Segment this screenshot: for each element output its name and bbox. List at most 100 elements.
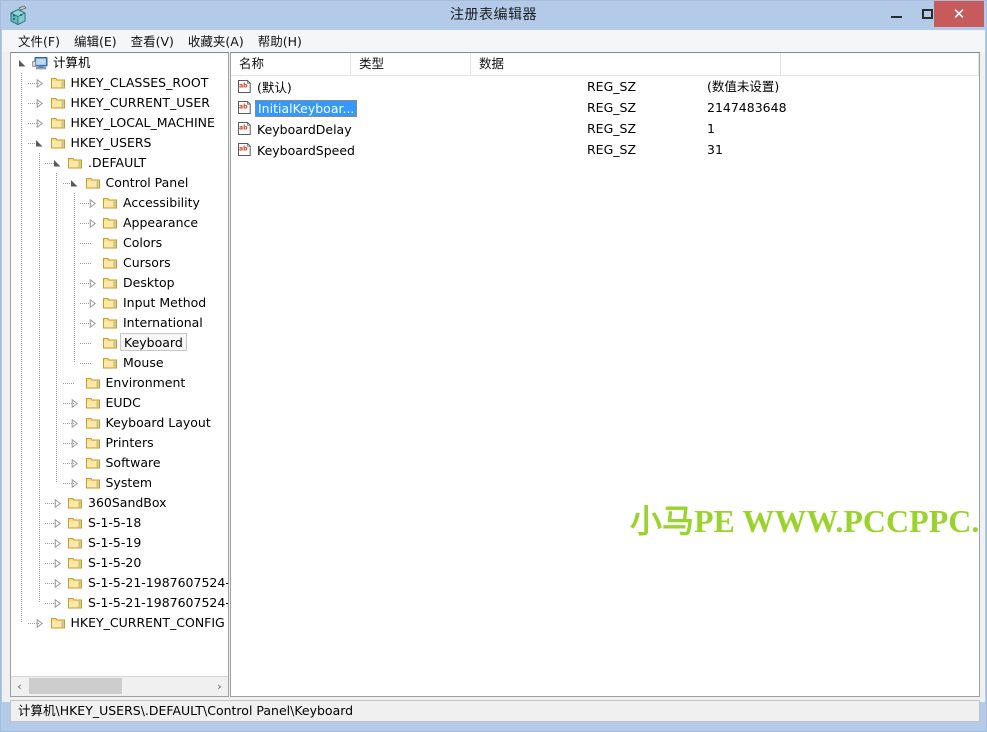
title-bar[interactable]: 注册表编辑器 ✕ — [1, 1, 986, 30]
menu-item-5[interactable]: 帮助(H) — [251, 29, 309, 53]
column-header-2[interactable]: 类型 — [351, 53, 471, 75]
tree-node-control-panel[interactable]: Control Panel — [11, 173, 228, 193]
tree-node-s-1-5-21-1987607524[interactable]: S-1-5-21-1987607524- — [11, 593, 228, 613]
folder-icon — [102, 335, 118, 351]
tree-node-hkey-local-machine[interactable]: HKEY_LOCAL_MACHINE — [11, 113, 228, 133]
tree-expand-arrow-icon[interactable] — [84, 193, 100, 213]
column-header-1[interactable]: 名称 — [231, 53, 351, 75]
tree-guide-line — [56, 453, 57, 473]
menu-item-2[interactable]: 编辑(E) — [67, 29, 124, 53]
tree-node-label: HKEY_USERS — [70, 135, 152, 150]
tree-expand-arrow-icon[interactable] — [32, 73, 48, 93]
tree-node-360sandbox[interactable]: 360SandBox — [11, 493, 228, 513]
tree-node-s-1-5-18[interactable]: S-1-5-18 — [11, 513, 228, 533]
value-row[interactable]: ab InitialKeyboar... REG_SZ 2147483648 — [231, 97, 979, 118]
tree-node-mouse[interactable]: Mouse — [11, 353, 228, 373]
tree-expand-arrow-icon[interactable] — [67, 413, 83, 433]
tree-guide-line — [73, 313, 75, 333]
tree-node-eudc[interactable]: EUDC — [11, 393, 228, 413]
menu-item-1[interactable]: 文件(F) — [11, 29, 67, 53]
tree-node-s-1-5-19[interactable]: S-1-5-19 — [11, 533, 228, 553]
tree-guide-line — [21, 253, 22, 273]
menu-item-3[interactable]: 查看(V) — [124, 29, 181, 53]
tree-collapse-arrow-icon[interactable] — [67, 173, 83, 193]
folder-icon — [102, 295, 118, 311]
tree-node-s-1-5-20[interactable]: S-1-5-20 — [11, 553, 228, 573]
tree-node-environment[interactable]: Environment — [11, 373, 228, 393]
tree-guide-line — [80, 363, 92, 364]
value-row[interactable]: ab (默认) REG_SZ (数值未设置) — [231, 76, 979, 97]
tree-expand-arrow-icon[interactable] — [49, 513, 65, 533]
column-header-3[interactable]: 数据 — [471, 53, 781, 75]
tree-guide-line — [38, 533, 40, 553]
tree-expand-arrow-icon[interactable] — [49, 553, 65, 573]
tree-node-hkey-users[interactable]: HKEY_USERS — [11, 133, 228, 153]
tree-node-cursors[interactable]: Cursors — [11, 253, 228, 273]
tree-node-international[interactable]: International — [11, 313, 228, 333]
tree-expand-arrow-icon[interactable] — [49, 593, 65, 613]
tree-node-appearance[interactable]: Appearance — [11, 213, 228, 233]
tree-node-input-method[interactable]: Input Method — [11, 293, 228, 313]
tree-expand-arrow-icon[interactable] — [84, 293, 100, 313]
tree-horizontal-scrollbar[interactable]: ‹ › — [11, 676, 228, 696]
tree-node-hkey-classes-root[interactable]: HKEY_CLASSES_ROOT — [11, 73, 228, 93]
folder-icon — [67, 575, 83, 591]
tree-guide-line — [38, 213, 40, 233]
tree-node-label: Accessibility — [123, 195, 200, 210]
tree-expand-arrow-icon[interactable] — [67, 393, 83, 413]
value-type-cell: REG_SZ — [587, 121, 637, 136]
tree-expand-arrow-icon[interactable] — [49, 573, 65, 593]
svg-text:ab: ab — [239, 125, 248, 132]
tree-node-keyboard-layout[interactable]: Keyboard Layout — [11, 413, 228, 433]
tree-node-hkey-current-config[interactable]: HKEY_CURRENT_CONFIG — [11, 613, 228, 633]
minimize-button[interactable] — [881, 2, 911, 26]
tree-node-desktop[interactable]: Desktop — [11, 273, 228, 293]
tree-node-s-1-5-21-1987607524[interactable]: S-1-5-21-1987607524- — [11, 573, 228, 593]
tree-collapse-arrow-icon[interactable] — [49, 153, 65, 173]
tree-guide-line — [80, 263, 92, 264]
tree-expand-arrow-icon[interactable] — [84, 313, 100, 333]
scroll-left-arrow-icon[interactable]: ‹ — [11, 677, 28, 695]
tree-guide-line — [80, 243, 92, 244]
tree-node-colors[interactable]: Colors — [11, 233, 228, 253]
tree-collapse-arrow-icon[interactable] — [32, 133, 48, 153]
tree-expand-arrow-icon[interactable] — [32, 113, 48, 133]
scroll-right-arrow-icon[interactable]: › — [211, 677, 228, 695]
registry-values-list[interactable]: ab (默认) REG_SZ (数值未设置) ab InitialKeyboar... RE… — [231, 76, 979, 160]
tree-guide-line — [38, 233, 40, 253]
tree-expand-arrow-icon[interactable] — [32, 613, 48, 633]
folder-icon — [102, 195, 118, 211]
close-button[interactable]: ✕ — [934, 1, 984, 27]
tree-expand-arrow-icon[interactable] — [32, 93, 48, 113]
folder-icon — [85, 475, 101, 491]
tree-expand-arrow-icon[interactable] — [84, 213, 100, 233]
tree-node-system[interactable]: System — [11, 473, 228, 493]
tree-node-keyboard[interactable]: Keyboard — [11, 333, 228, 353]
menu-item-4[interactable]: 收藏夹(A) — [181, 29, 251, 53]
value-row[interactable]: ab KeyboardSpeed REG_SZ 31 — [231, 139, 979, 160]
tree-node-accessibility[interactable]: Accessibility — [11, 193, 228, 213]
tree-guide-line — [38, 273, 40, 293]
tree-guide-line — [38, 373, 40, 393]
tree-expand-arrow-icon[interactable] — [67, 453, 83, 473]
tree-expand-arrow-icon[interactable] — [49, 493, 65, 513]
value-row[interactable]: ab KeyboardDelay REG_SZ 1 — [231, 118, 979, 139]
tree-expand-arrow-icon[interactable] — [67, 433, 83, 453]
tree-collapse-arrow-icon[interactable] — [14, 53, 30, 73]
tree-guide-line — [21, 553, 22, 573]
tree-guide-line — [56, 473, 57, 483]
tree-expand-arrow-icon[interactable] — [67, 473, 83, 493]
tree-node-[interactable]: 计算机 — [11, 53, 228, 73]
tree-node-default[interactable]: .DEFAULT — [11, 153, 228, 173]
tree-node-software[interactable]: Software — [11, 453, 228, 473]
tree-expand-arrow-icon[interactable] — [84, 273, 100, 293]
tree-guide-line — [21, 193, 22, 213]
column-header-4[interactable] — [781, 53, 979, 75]
tree-expand-arrow-icon[interactable] — [49, 533, 65, 553]
tree-guide-line — [56, 393, 57, 413]
scrollbar-thumb[interactable] — [29, 678, 122, 694]
registry-tree[interactable]: 计算机 HKEY_CLASSES_ROOT HKEY_CURRENT_USER HKE… — [11, 53, 228, 677]
tree-node-printers[interactable]: Printers — [11, 433, 228, 453]
svg-text:ab: ab — [239, 146, 248, 153]
tree-node-hkey-current-user[interactable]: HKEY_CURRENT_USER — [11, 93, 228, 113]
